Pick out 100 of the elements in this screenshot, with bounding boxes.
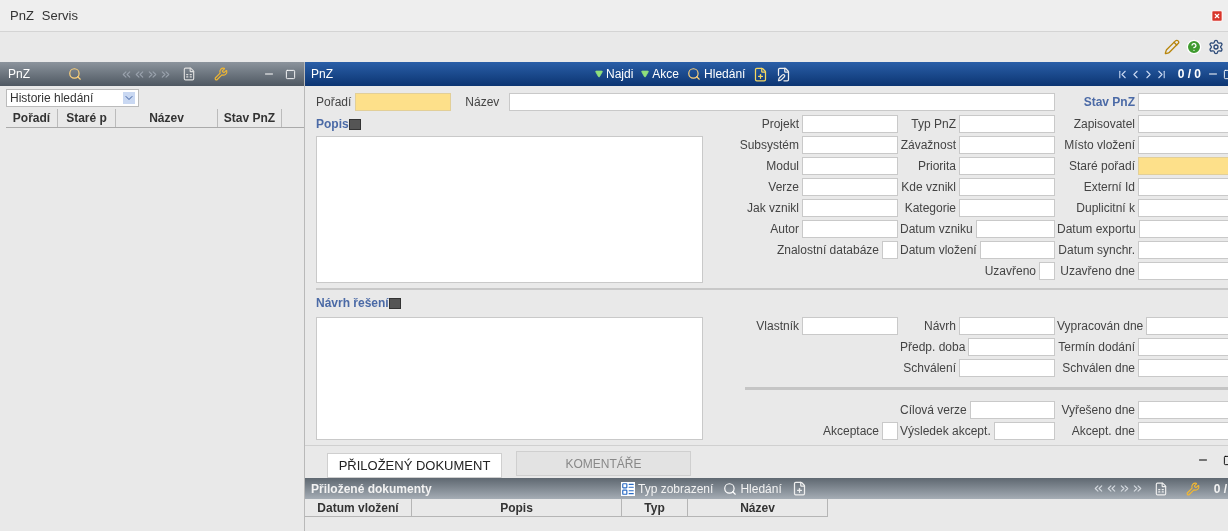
field-label: Schválení (903, 359, 956, 377)
field-label: Závažnost (900, 136, 956, 154)
column-header[interactable]: Název (688, 499, 828, 517)
text-field[interactable] (802, 156, 898, 175)
wrench-icon[interactable] (214, 67, 228, 81)
text-field[interactable] (1138, 156, 1228, 175)
menu-item[interactable]: Servis (41, 5, 78, 26)
field-label: Znalostní databáze (776, 241, 879, 259)
text-field[interactable] (979, 240, 1055, 259)
text-field[interactable] (1138, 261, 1228, 280)
field-label: Návrh (924, 317, 956, 335)
field-label: Zapisovatel (1072, 115, 1135, 133)
text-field[interactable] (959, 358, 1055, 377)
text-field[interactable] (959, 114, 1055, 133)
text-field[interactable] (802, 219, 898, 238)
field-label: Schválen dne (1061, 359, 1135, 377)
text-field[interactable] (802, 198, 898, 217)
text-field[interactable] (355, 93, 452, 111)
field-label: Vlastník (756, 317, 799, 335)
dropdown-triangle-icon (595, 70, 603, 78)
column-header[interactable]: Název (116, 109, 218, 127)
text-field[interactable] (1138, 219, 1228, 238)
checkbox[interactable] (882, 421, 898, 440)
field-label: Výsledek akcept. (900, 422, 991, 440)
close-icon[interactable] (1210, 8, 1224, 23)
field-label: Místo vložení (1063, 136, 1135, 154)
field-label: Datum synchr. (1057, 241, 1135, 259)
spreadsheet-icon[interactable] (1153, 481, 1168, 496)
text-field[interactable] (802, 135, 898, 154)
text-field[interactable] (1138, 135, 1228, 154)
field-label: Autor (770, 220, 799, 238)
text-field[interactable] (802, 114, 898, 133)
menu-item[interactable]: PnZ (10, 5, 34, 26)
column-header[interactable]: Stav PnZ (218, 109, 282, 127)
field-label: Uzavřeno dne (1059, 262, 1135, 280)
settings-icon[interactable] (1208, 39, 1224, 55)
text-field[interactable] (975, 219, 1055, 238)
text-field[interactable] (959, 156, 1055, 175)
wrench-icon[interactable] (1185, 481, 1200, 496)
text-field[interactable] (1138, 198, 1228, 217)
more-button[interactable] (348, 119, 361, 130)
text-field[interactable] (802, 177, 898, 196)
history-dropdown[interactable]: Historie hledání (6, 89, 139, 107)
text-field[interactable] (993, 421, 1055, 440)
text-field[interactable] (1138, 421, 1228, 440)
text-field[interactable] (1138, 400, 1228, 419)
description-field[interactable] (316, 136, 703, 283)
text-field[interactable] (1138, 240, 1228, 259)
field-label: Akceptace (822, 422, 879, 440)
field-label: Externí Id (1082, 178, 1135, 196)
record-counter: 0 / 0 (1177, 66, 1201, 83)
text-field[interactable] (1138, 337, 1228, 356)
help-icon[interactable] (1186, 39, 1202, 55)
panel-title: Přiložené dokumenty (311, 480, 433, 498)
field-label: Termín dodání (1057, 338, 1135, 356)
edit-document-icon[interactable] (776, 66, 792, 82)
text-field[interactable] (959, 177, 1055, 196)
tab[interactable]: PŘILOŽENÝ DOKUMENT (327, 453, 502, 478)
panel-title: PnZ (311, 66, 334, 83)
text-field[interactable] (509, 93, 1055, 111)
list-icon (621, 481, 635, 496)
menu-button[interactable]: Najdi (595, 65, 634, 83)
text-field[interactable] (959, 316, 1055, 335)
field-label: Akcept. dne (1070, 422, 1135, 440)
text-field[interactable] (1138, 93, 1228, 111)
text-field[interactable] (969, 400, 1055, 419)
text-field[interactable] (968, 337, 1055, 356)
text-field[interactable] (1138, 114, 1228, 133)
pencil-icon[interactable] (1164, 39, 1180, 55)
column-header[interactable]: Popis (412, 499, 622, 517)
more-button[interactable] (388, 298, 401, 309)
text-field[interactable] (1138, 358, 1228, 377)
field-label: Pořadí (316, 94, 352, 111)
field-label: Staré pořadí (1067, 157, 1135, 175)
text-field[interactable] (959, 198, 1055, 217)
column-header[interactable]: Staré p (58, 109, 116, 127)
menu-button[interactable]: Akce (641, 65, 680, 83)
field-label: Uzavřeno (984, 262, 1036, 280)
column-header[interactable]: Datum vložení (305, 499, 412, 517)
text-field[interactable] (1146, 316, 1228, 335)
checkbox[interactable] (882, 240, 898, 259)
add-document-icon[interactable] (753, 66, 769, 82)
checkbox[interactable] (1039, 261, 1055, 280)
column-header[interactable]: Pořadí (6, 109, 58, 127)
section-label: Návrh řešení (316, 295, 389, 312)
solution-field[interactable] (316, 317, 703, 440)
text-field[interactable] (1138, 177, 1228, 196)
field-label: Datum vložení (900, 241, 977, 259)
column-header[interactable]: Typ (622, 499, 688, 517)
text-field[interactable] (802, 316, 898, 335)
field-label: Cílová verze (900, 401, 967, 419)
search-icon (723, 481, 738, 496)
record-counter: 0 / (1213, 480, 1227, 498)
spreadsheet-icon[interactable] (182, 67, 196, 81)
add-document-icon[interactable] (791, 481, 807, 496)
text-field[interactable] (959, 135, 1055, 154)
search-icon[interactable] (68, 67, 82, 81)
field-label: Subsystém (739, 136, 799, 154)
search-button[interactable]: Hledání (687, 65, 746, 83)
field-label: Datum vzniku (900, 220, 973, 238)
